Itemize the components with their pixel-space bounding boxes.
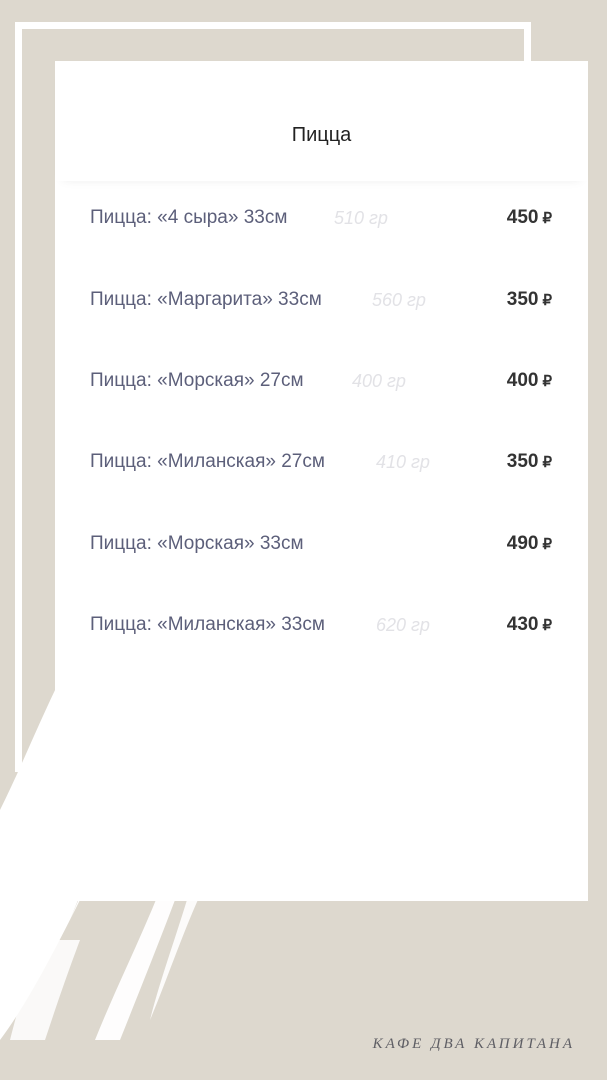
menu-item-name: Пицца: «Морская» 33см [90, 533, 304, 554]
menu-item: Пицца: «Миланская» 27см 410 гр 350 ₽ [90, 450, 560, 474]
menu-item-price: 450 ₽ [507, 206, 552, 231]
menu-item-name: Пицца: «Миланская» 27см [90, 451, 325, 472]
menu-item-price: 400 ₽ [507, 369, 552, 394]
brand-footer: КАФЕ ДВА КАПИТАНА [372, 1036, 575, 1052]
menu-item-weight: 620 гр [376, 615, 430, 635]
price-value: 450 [506, 207, 539, 228]
menu-item: Пицца: «Морская» 33см 490 ₽ [90, 532, 560, 556]
menu-item-name: Пицца: «Морская» 27см [90, 370, 304, 391]
menu-list: Пицца: «4 сыра» 33см 510 гр 450 ₽ Пицца: «Ма… [0, 0, 607, 1080]
price-value: 490 [506, 533, 539, 554]
ruble-icon: ₽ [542, 373, 552, 390]
menu-item-weight: 510 гр [334, 208, 388, 228]
ruble-icon: ₽ [542, 536, 552, 553]
menu-item-price: 350 ₽ [507, 450, 552, 475]
menu-item: Пицца: «Морская» 27см 400 гр 400 ₽ [90, 369, 560, 393]
price-value: 400 [506, 370, 539, 391]
menu-item-name: Пицца: «Маргарита» 33см [90, 289, 322, 310]
menu-item-weight: 400 гр [352, 371, 406, 391]
ruble-icon: ₽ [542, 292, 552, 309]
menu-item-name: Пицца: «4 сыра» 33см [90, 207, 288, 228]
ruble-icon: ₽ [542, 210, 552, 227]
menu-item: Пицца: «Миланская» 33см 620 гр 430 ₽ [90, 613, 560, 637]
menu-item-price: 490 ₽ [507, 532, 552, 557]
menu-item-weight: 410 гр [376, 452, 430, 472]
menu-item: Пицца: «Маргарита» 33см 560 гр 350 ₽ [90, 288, 560, 312]
price-value: 350 [506, 289, 539, 310]
menu-item-weight: 560 гр [372, 290, 426, 310]
menu-item-name: Пицца: «Миланская» 33см [90, 614, 325, 635]
menu-item: Пицца: «4 сыра» 33см 510 гр 450 ₽ [90, 206, 560, 230]
ruble-icon: ₽ [542, 454, 552, 471]
menu-item-price: 430 ₽ [507, 613, 552, 638]
ruble-icon: ₽ [542, 617, 552, 634]
price-value: 430 [506, 614, 539, 635]
price-value: 350 [506, 451, 539, 472]
menu-item-price: 350 ₽ [507, 288, 552, 313]
